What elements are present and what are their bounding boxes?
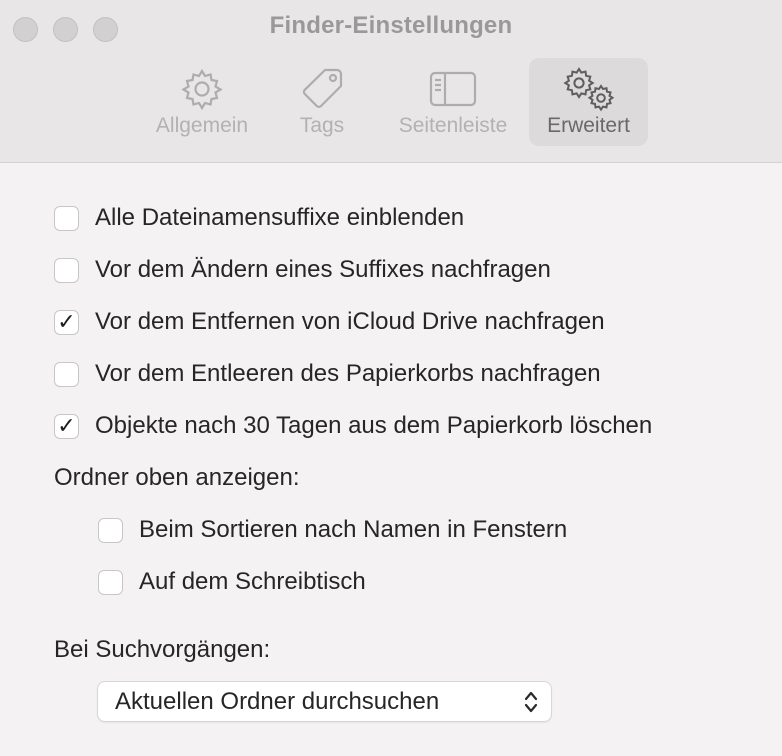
gears-icon bbox=[529, 66, 648, 112]
checkbox[interactable] bbox=[54, 361, 79, 387]
checkmark-icon: ✓ bbox=[57, 413, 76, 438]
checkbox[interactable] bbox=[98, 517, 123, 543]
option-warn-empty-trash[interactable]: Vor dem Entleeren des Papierkorbs nachfr… bbox=[54, 357, 601, 391]
tab-label: Tags bbox=[299, 114, 345, 137]
gear-icon bbox=[143, 66, 261, 112]
window-title: Finder-Einstellungen bbox=[269, 12, 513, 39]
checkbox[interactable] bbox=[54, 205, 79, 231]
option-remove-trash-30-days[interactable]: ✓ Objekte nach 30 Tagen aus dem Papierko… bbox=[54, 409, 652, 443]
finder-settings-window: Finder-Einstellungen Allgemein Tags Seit… bbox=[0, 0, 782, 756]
tab-tags[interactable]: Tags bbox=[272, 58, 372, 146]
search-scope-value: Aktuellen Ordner durchsuchen bbox=[115, 688, 440, 715]
tag-icon bbox=[272, 66, 372, 112]
tab-label: Seitenleiste bbox=[398, 114, 508, 137]
tab-label: Allgemein bbox=[155, 114, 249, 137]
option-folders-top-windows[interactable]: Beim Sortieren nach Namen in Fenstern bbox=[98, 513, 567, 547]
option-label: Vor dem Entfernen von iCloud Drive nachf… bbox=[95, 308, 605, 335]
tab-seitenleiste[interactable]: Seitenleiste bbox=[385, 58, 521, 146]
option-warn-change-extension[interactable]: Vor dem Ändern eines Suffixes nachfragen bbox=[54, 253, 551, 287]
checkmark-icon: ✓ bbox=[57, 309, 76, 334]
option-folders-top-desktop[interactable]: Auf dem Schreibtisch bbox=[98, 565, 366, 599]
option-label: Vor dem Ändern eines Suffixes nachfragen bbox=[95, 256, 551, 283]
folders-on-top-heading: Ordner oben anzeigen: bbox=[54, 464, 300, 491]
checkbox[interactable]: ✓ bbox=[54, 413, 79, 439]
search-heading: Bei Suchvorgängen: bbox=[54, 636, 271, 663]
checkbox[interactable] bbox=[54, 257, 79, 283]
option-label: Auf dem Schreibtisch bbox=[139, 568, 366, 595]
option-label: Beim Sortieren nach Namen in Fenstern bbox=[139, 516, 568, 543]
option-label: Vor dem Entleeren des Papierkorbs nachfr… bbox=[95, 360, 601, 387]
tab-erweitert[interactable]: Erweitert bbox=[529, 58, 648, 146]
checkbox[interactable]: ✓ bbox=[54, 309, 79, 335]
chevron-updown-icon bbox=[524, 691, 538, 713]
toolbar: Finder-Einstellungen Allgemein Tags Seit… bbox=[0, 0, 782, 163]
tab-allgemein[interactable]: Allgemein bbox=[143, 58, 261, 146]
option-warn-remove-icloud[interactable]: ✓ Vor dem Entfernen von iCloud Drive nac… bbox=[54, 305, 605, 339]
tab-label: Erweitert bbox=[547, 114, 630, 137]
option-show-all-extensions[interactable]: Alle Dateinamensuffixe einblenden bbox=[54, 201, 464, 235]
search-scope-select[interactable]: Aktuellen Ordner durchsuchen bbox=[97, 681, 552, 722]
checkbox[interactable] bbox=[98, 569, 123, 595]
option-label: Alle Dateinamensuffixe einblenden bbox=[95, 204, 465, 231]
sidebar-icon bbox=[385, 66, 521, 112]
settings-content: Alle Dateinamensuffixe einblenden Vor de… bbox=[0, 163, 782, 756]
option-label: Objekte nach 30 Tagen aus dem Papierkorb… bbox=[95, 412, 653, 439]
